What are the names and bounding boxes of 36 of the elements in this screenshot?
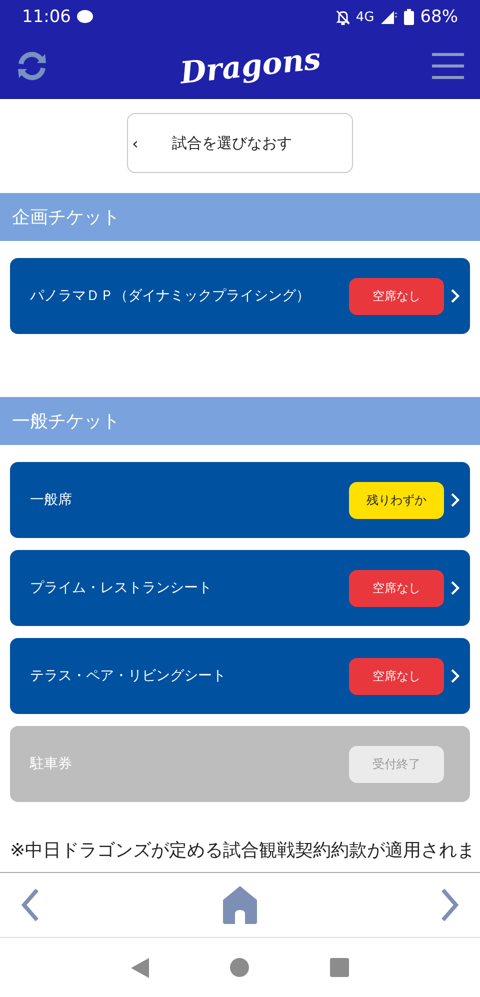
ticket-name: パノラマＤＰ（ダイナミックプライシング） — [30, 287, 311, 305]
chevron-right-icon — [450, 492, 460, 508]
recents-icon[interactable] — [330, 958, 350, 977]
chevron-right-icon — [450, 580, 460, 596]
ticket-name: 一般席 — [30, 491, 73, 509]
availability-badge: 空席なし — [349, 658, 444, 694]
network-type: 4G — [356, 10, 374, 24]
signal-icon — [380, 10, 398, 24]
ticket-card[interactable]: テラス・ペア・リビングシート 空席なし — [10, 638, 470, 714]
mute-icon — [336, 9, 350, 25]
ticket-card[interactable]: パノラマＤＰ（ダイナミックプライシング） 空席なし — [10, 258, 470, 334]
availability-badge: 受付終了 — [349, 746, 444, 782]
terms-notice: ※中日ドラゴンズが定める試合観戦契約約款が適用されま — [10, 839, 476, 862]
chevron-right-icon[interactable] — [440, 888, 460, 922]
home-icon[interactable] — [230, 958, 249, 977]
ticket-name: テラス・ペア・リビングシート — [30, 667, 227, 685]
availability-badge: 空席なし — [349, 278, 444, 314]
chevron-right-icon — [450, 668, 460, 684]
menu-icon[interactable] — [432, 53, 464, 79]
home-icon[interactable] — [223, 886, 257, 924]
back-icon[interactable] — [130, 958, 149, 978]
ticket-name: 駐車券 — [30, 755, 73, 773]
section-header: 一般チケット — [0, 397, 480, 445]
battery-level: 68% — [420, 7, 458, 27]
status-time: 11:06 — [22, 7, 71, 27]
ticket-card[interactable]: 一般席 残りわずか — [10, 462, 470, 538]
back-button[interactable]: ‹ 試合を選びなおす — [127, 113, 353, 173]
chevron-left-icon[interactable] — [20, 888, 40, 922]
availability-badge: 残りわずか — [349, 482, 444, 518]
availability-badge: 空席なし — [349, 570, 444, 606]
ticket-name: プライム・レストランシート — [30, 579, 213, 597]
refresh-icon[interactable] — [16, 50, 48, 82]
ticket-card[interactable]: プライム・レストランシート 空席なし — [10, 550, 470, 626]
chevron-right-icon — [450, 288, 460, 304]
battery-icon — [404, 9, 414, 25]
section-header: 企画チケット — [0, 193, 480, 241]
